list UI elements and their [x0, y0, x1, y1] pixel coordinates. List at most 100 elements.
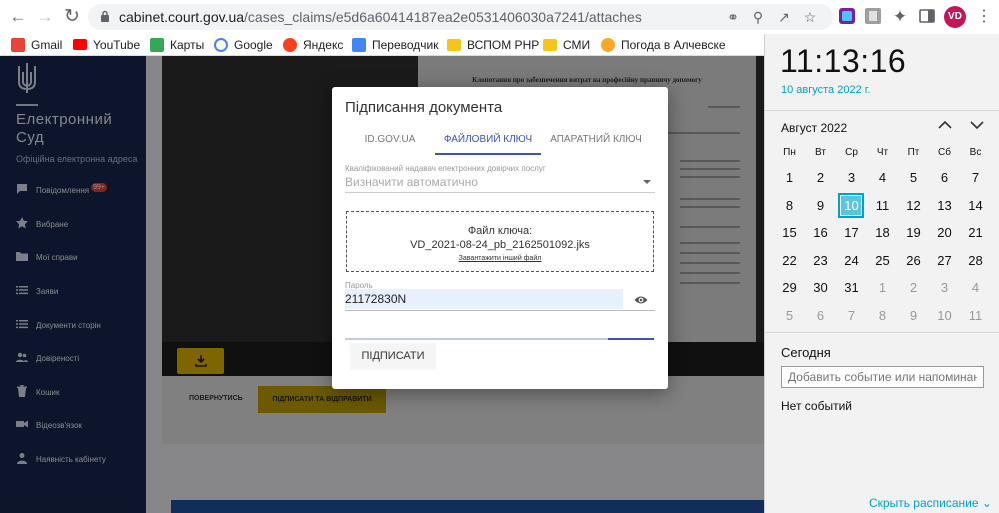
bookmark-label: СМИ	[563, 38, 591, 52]
calendar-day[interactable]: 2	[805, 164, 836, 191]
calendar-day[interactable]: 2	[898, 274, 929, 301]
hide-agenda-link[interactable]: Скрыть расписание ⌄	[869, 496, 992, 510]
calendar-day[interactable]: 23	[805, 247, 836, 274]
key-icon[interactable]: ⚭	[725, 9, 741, 25]
weekday-header: Ср	[845, 147, 858, 158]
weekday-header: Вс	[969, 147, 982, 158]
bookmark-youtube[interactable]: YouTube	[73, 37, 140, 53]
calendar-day[interactable]: 6	[805, 302, 836, 329]
calendar-day[interactable]: 29	[774, 274, 805, 301]
tab-file-key[interactable]: ФАЙЛОВИЙ КЛЮЧ	[435, 134, 541, 145]
day-number: 8	[878, 307, 887, 323]
calendar-day[interactable]: 26	[898, 247, 929, 274]
bookmark-weather[interactable]: Погода в Алчевске	[601, 37, 726, 53]
calendar-day[interactable]: 8	[774, 192, 805, 219]
calendar-day[interactable]: 4	[960, 274, 991, 301]
menu-kebab-icon[interactable]: ⋮	[973, 6, 995, 28]
forward-arrow-icon[interactable]: →	[34, 6, 56, 28]
calendar-day[interactable]: 17	[836, 219, 867, 246]
calendar-day[interactable]: 7	[836, 302, 867, 329]
day-number: 4	[878, 170, 887, 185]
add-event-input[interactable]	[781, 366, 984, 388]
calendar-day[interactable]: 3	[836, 164, 867, 191]
chevron-up-icon[interactable]	[937, 118, 953, 132]
calendar-day[interactable]: 30	[805, 274, 836, 301]
bookmark-folder-smi[interactable]: СМИ	[543, 37, 590, 53]
calendar-day[interactable]: 31	[836, 274, 867, 301]
calendar-day[interactable]: 20	[929, 219, 960, 246]
chevron-down-icon[interactable]	[969, 118, 985, 132]
calendar-day[interactable]: 8	[867, 302, 898, 329]
bookmark-google[interactable]: Google	[214, 37, 273, 53]
calendar-day[interactable]: 11	[867, 192, 898, 219]
calendar-day[interactable]: 1	[774, 164, 805, 191]
active-tab-indicator	[435, 153, 541, 155]
day-number: 7	[971, 170, 980, 185]
upload-other-file-link[interactable]: Завантажити інший файл	[347, 255, 653, 262]
back-arrow-icon[interactable]: ←	[7, 6, 29, 28]
puzzle-icon[interactable]: ✦	[889, 6, 911, 28]
calendar-day[interactable]: 9	[805, 192, 836, 219]
url-text: cabinet.court.gov.ua/cases_claims/e5d6a6…	[119, 9, 642, 25]
sign-button[interactable]: ПІДПИСАТИ	[350, 343, 436, 370]
calendar-day[interactable]: 25	[867, 247, 898, 274]
calendar-day[interactable]: 16	[805, 219, 836, 246]
calendar-day[interactable]: 4	[867, 164, 898, 191]
bookmark-translate[interactable]: Переводчик	[352, 37, 439, 53]
calendar-day[interactable]: 1	[867, 274, 898, 301]
flyout-divider	[765, 332, 999, 333]
day-number: 11	[875, 197, 890, 213]
calendar-day[interactable]: 12	[898, 192, 929, 219]
calendar-day[interactable]: 6	[929, 164, 960, 191]
profile-avatar[interactable]: VD	[944, 6, 966, 28]
extension-color-icon[interactable]	[838, 7, 856, 25]
calendar-day[interactable]: 15	[774, 219, 805, 246]
extension-photo-icon[interactable]	[864, 7, 882, 25]
day-number: 31	[844, 280, 859, 295]
password-field[interactable]	[345, 289, 623, 309]
calendar-day[interactable]: 3	[929, 274, 960, 301]
eye-icon[interactable]	[634, 295, 648, 305]
calendar-day[interactable]: 19	[898, 219, 929, 246]
bookmark-maps[interactable]: Карты	[150, 37, 204, 53]
dropdown-arrow-icon[interactable]	[643, 180, 651, 184]
bookmark-yandex[interactable]: Яндекс	[283, 37, 343, 53]
url-path: /cases_claims/e5d6a60414187ea2e053140603…	[244, 9, 642, 25]
weekday-header: Сб	[938, 147, 951, 158]
calendar-day[interactable]: 22	[774, 247, 805, 274]
calendar-day[interactable]: 11	[960, 302, 991, 329]
bookmark-star-icon[interactable]: ☆	[802, 9, 818, 25]
tab-id-gov-ua[interactable]: ID.GOV.UA	[352, 134, 428, 145]
calendar-day[interactable]: 10	[929, 302, 960, 329]
day-number: 20	[937, 225, 952, 240]
address-bar[interactable]: cabinet.court.gov.ua/cases_claims/e5d6a6…	[88, 4, 833, 30]
calendar-month[interactable]: Август 2022	[781, 121, 847, 135]
share-icon[interactable]: ↗	[776, 9, 792, 25]
bookmark-gmail[interactable]: Gmail	[11, 37, 62, 53]
bookmark-label: Карты	[170, 38, 205, 52]
bookmark-label: Переводчик	[372, 38, 439, 52]
calendar-day-today[interactable]: 10	[836, 192, 867, 219]
key-file-dropzone[interactable]: Файл ключа: VD_2021-08-24_pb_2162501092.…	[346, 211, 654, 272]
zoom-icon[interactable]: ⚲	[750, 9, 766, 25]
day-number: 26	[906, 252, 921, 268]
day-number: 21	[968, 225, 983, 240]
reload-icon[interactable]: ↻	[61, 6, 83, 28]
clock-date-link[interactable]: 10 августа 2022 г.	[781, 84, 870, 96]
calendar-day[interactable]: 18	[867, 219, 898, 246]
calendar-day[interactable]: 9	[898, 302, 929, 329]
calendar-day[interactable]: 13	[929, 192, 960, 219]
calendar-day[interactable]: 7	[960, 164, 991, 191]
calendar-day[interactable]: 14	[960, 192, 991, 219]
side-panel-icon[interactable]	[918, 7, 936, 25]
browser-toolbar: ← → ↻ cabinet.court.gov.ua/cases_claims/…	[0, 0, 999, 34]
calendar-day[interactable]: 27	[929, 247, 960, 274]
provider-select[interactable]: Визначити автоматично	[345, 175, 478, 189]
bookmark-folder-vspom[interactable]: ВСПОМ РНР	[447, 37, 539, 53]
calendar-day[interactable]: 24	[836, 247, 867, 274]
tab-hardware-key[interactable]: АПАРАТНИЙ КЛЮЧ	[548, 134, 644, 145]
calendar-day[interactable]: 5	[774, 302, 805, 329]
calendar-day[interactable]: 28	[960, 247, 991, 274]
calendar-day[interactable]: 5	[898, 164, 929, 191]
calendar-day[interactable]: 21	[960, 219, 991, 246]
